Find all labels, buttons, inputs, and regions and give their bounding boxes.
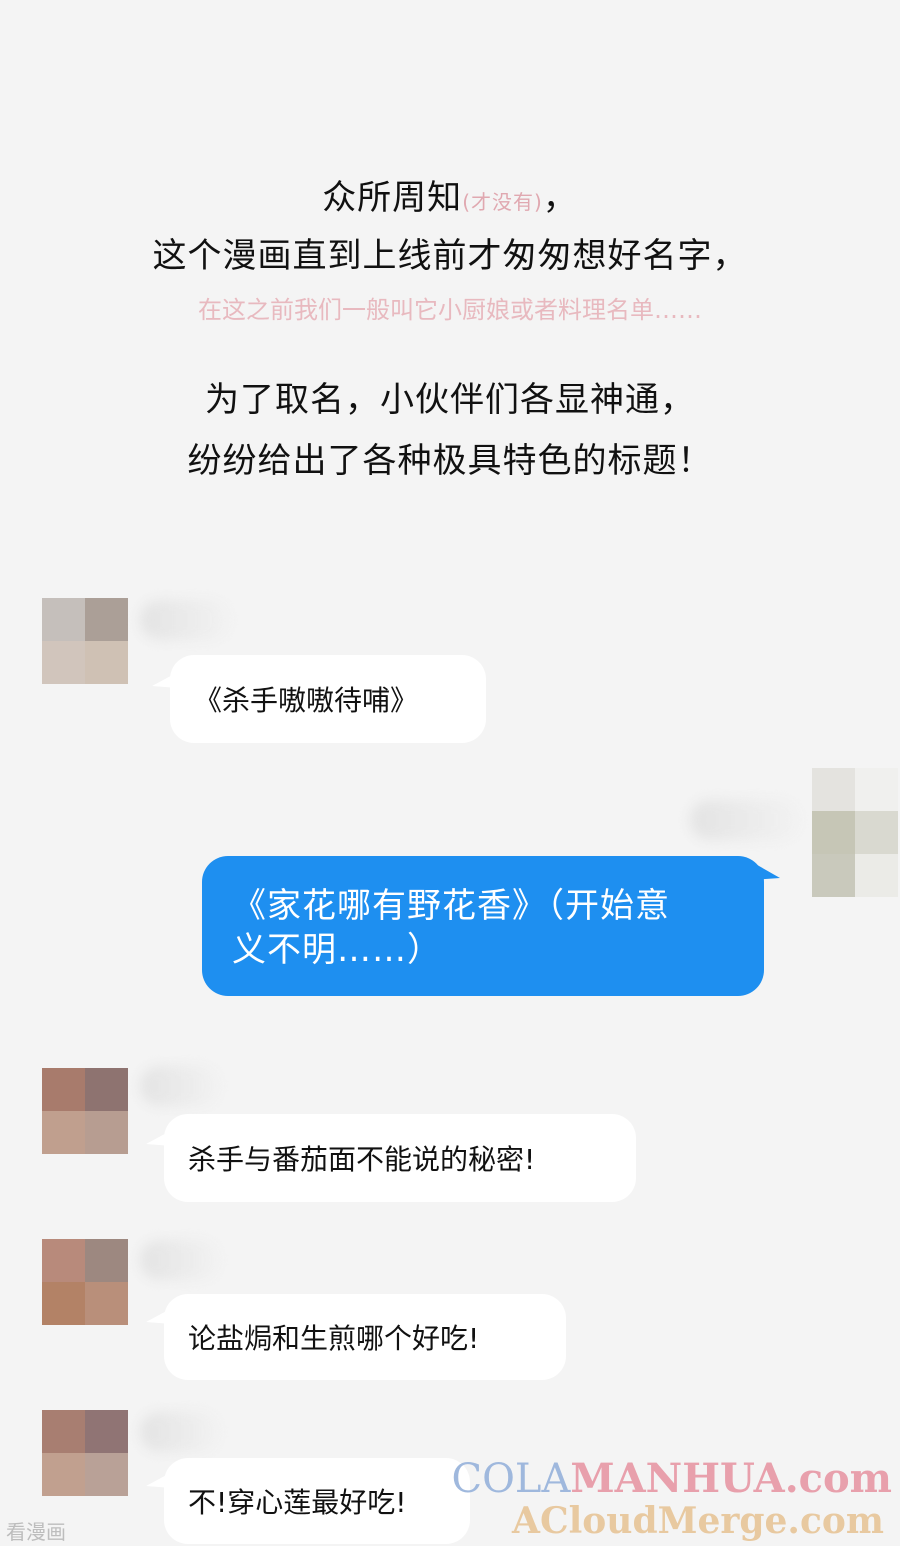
sender-name-blurred xyxy=(140,1066,220,1106)
chat-bubble-text-line-1: 《家花哪有野花香》（开始意 xyxy=(232,886,670,926)
chat-bubble-text: 不!穿心莲最好吃! xyxy=(188,1486,407,1519)
intro-line-1-main: 众所周知 xyxy=(322,178,463,218)
chat-bubble: 杀手与番茄面不能说的秘密! xyxy=(164,1114,636,1202)
watermark-colamanhua: COLAMANHUA.com xyxy=(452,1455,893,1502)
sender-name-blurred xyxy=(140,1240,220,1280)
chat-bubble-text: 杀手与番茄面不能说的秘密! xyxy=(188,1143,536,1176)
watermark-acloudmerge: ACloudMerge.com xyxy=(512,1500,884,1542)
avatar xyxy=(812,768,898,897)
chat-bubble: 不!穿心莲最好吃! xyxy=(164,1458,470,1544)
chat-bubble: 《杀手嗷嗷待哺》 xyxy=(170,655,486,743)
intro-line-3: 在这之前我们一般叫它小厨娘或者料理名单…… xyxy=(198,296,702,324)
avatar xyxy=(42,1410,128,1496)
intro-line-1-end: ， xyxy=(542,178,578,218)
watermark-cola-part1: COLA xyxy=(451,1456,571,1502)
avatar xyxy=(42,1239,128,1325)
watermark-cola-part2: MANHUA.com xyxy=(570,1455,892,1502)
sender-name-blurred xyxy=(140,1412,220,1452)
intro-line-2: 这个漫画直到上线前才匆匆想好名字， xyxy=(152,236,748,276)
intro-line-1-note: (才没有) xyxy=(462,190,543,214)
chat-bubble-self: 《家花哪有野花香》（开始意 义不明……） xyxy=(202,856,764,996)
sender-name-blurred xyxy=(690,800,800,840)
intro-line-4: 为了取名，小伙伴们各显神通， xyxy=(205,380,695,420)
intro-line-5: 纷纷给出了各种极具特色的标题！ xyxy=(187,441,713,481)
chat-bubble: 论盐焗和生煎哪个好吃! xyxy=(164,1294,566,1380)
intro-line-1: 众所周知(才没有)， xyxy=(0,170,900,219)
sender-name-blurred xyxy=(140,600,230,640)
watermark-kanmanhua: 看漫画 xyxy=(6,1520,66,1544)
avatar xyxy=(42,598,128,684)
chat-bubble-text: 《杀手嗷嗷待哺》 xyxy=(194,684,419,717)
chat-bubble-text: 论盐焗和生煎哪个好吃! xyxy=(188,1322,480,1355)
chat-bubble-text-line-2: 义不明……） xyxy=(232,930,442,970)
avatar xyxy=(42,1068,128,1154)
